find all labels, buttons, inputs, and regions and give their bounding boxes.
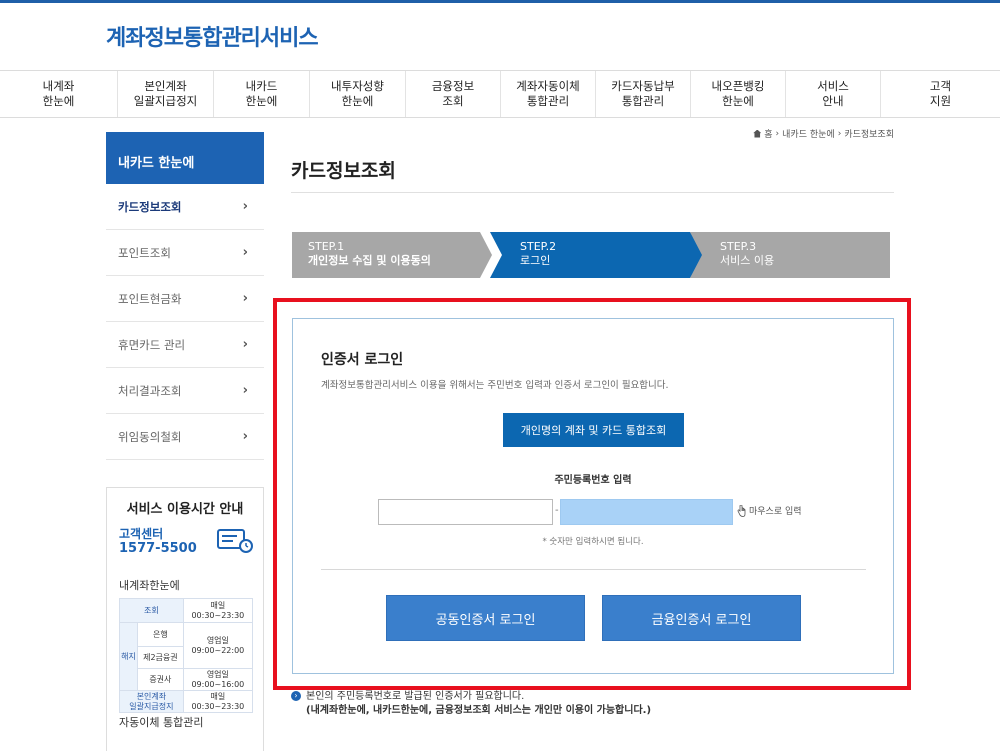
table-cell: 매일 00:30~23:30 — [182, 598, 254, 623]
login-divider — [321, 569, 866, 570]
notice-line2: (내계좌한눈에, 내카드한눈에, 금융정보조회 서비스는 개인만 이용이 가능합… — [306, 705, 652, 716]
breadcrumb-level1[interactable]: 내카드 한눈에 — [782, 127, 835, 140]
mouse-input-label: 마우스로 입력 — [749, 507, 802, 517]
gnb-item-card-autopay[interactable]: 카드자동납부 통합관리 — [596, 71, 691, 117]
gnb-item-investment[interactable]: 내투자성향 한눈에 — [310, 71, 406, 117]
service-hours-title: 서비스 이용시간 안내 — [126, 502, 244, 517]
step-label: 개인정보 수집 및 이용동의 — [308, 254, 431, 267]
step-number: STEP.2 — [520, 240, 557, 253]
joint-certificate-login-button[interactable]: 공동인증서 로그인 — [386, 595, 585, 641]
chevron-right-icon: › — [242, 383, 248, 398]
service-hours-box: 서비스 이용시간 안내 고객센터 1577-5500 내계좌한눈에 조회 매일 0… — [106, 487, 264, 751]
chevron-right-icon: › — [242, 337, 248, 352]
chevron-right-icon: › — [242, 429, 248, 444]
gnb-item-my-cards[interactable]: 내카드 한눈에 — [214, 71, 310, 117]
side-nav-item-label: 포인트현금화 — [118, 291, 182, 306]
gnb-item-service-guide[interactable]: 서비스 안내 — [786, 71, 881, 117]
chevron-right-icon: › — [242, 291, 248, 306]
chevron-right-icon: › — [242, 199, 248, 214]
table-cell: 영업일 09:00~16:00 — [182, 668, 254, 691]
chevron-right-circle-icon: › — [291, 691, 301, 701]
ssn-label: 주민등록번호 입력 — [554, 475, 632, 486]
side-nav-item-label: 처리결과조회 — [118, 383, 182, 398]
hand-pointer-icon — [737, 504, 746, 517]
step-label: 로그인 — [520, 254, 551, 267]
login-description: 계좌정보통합관리서비스 이용을 위해서는 주민번호 입력과 인증서 로그인이 필… — [321, 380, 669, 391]
certificate-notice: › 본인의 주민등록번호로 발급된 인증서가 필요합니다. (내계좌한눈에, 내카… — [291, 690, 651, 718]
gnb-item-open-banking[interactable]: 내오픈뱅킹 한눈에 — [691, 71, 786, 117]
side-nav-title: 내카드 한눈에 — [106, 132, 264, 184]
breadcrumb-separator-icon: › — [775, 128, 780, 139]
gnb-item-financial-info[interactable]: 금융정보 조회 — [406, 71, 501, 117]
side-nav-item-dormant-card[interactable]: 휴면카드 관리 › — [106, 322, 264, 368]
global-nav: 내계좌 한눈에 본인계좌 일괄지급정지 내카드 한눈에 내투자성향 한눈에 금융… — [0, 70, 1000, 118]
certificate-login-panel: 인증서 로그인 계좌정보통합관리서비스 이용을 위해서는 주민번호 입력과 인증… — [292, 318, 894, 674]
step-number: STEP.1 — [308, 240, 345, 253]
page-title: 카드정보조회 — [291, 160, 396, 182]
side-nav-item-label: 위임동의철회 — [118, 429, 182, 444]
gnb-item-my-accounts[interactable]: 내계좌 한눈에 — [0, 71, 118, 117]
table-cell: 제2금융권 — [137, 646, 184, 669]
ssn-dash: - — [555, 505, 559, 516]
table-cell: 해지 — [119, 622, 138, 691]
ssn-front-input[interactable] — [378, 499, 553, 525]
consultation-icon — [217, 529, 253, 553]
step-3: STEP.3 서비스 이용 — [690, 232, 890, 278]
combined-inquiry-button[interactable]: 개인명의 계좌 및 카드 통합조회 — [503, 413, 684, 447]
gnb-item-support[interactable]: 고객 지원 — [881, 71, 1000, 117]
step-2-active: STEP.2 로그인 — [490, 232, 705, 278]
table-cell: 매일 00:30~23:30 — [182, 690, 254, 713]
table-cell: 본인계좌 일괄지급정지 — [119, 690, 184, 713]
service-hours-table: 조회 매일 00:30~23:30 해지 은행 영업일 09:00~22:00 제2… — [119, 598, 254, 713]
side-nav-item-label: 카드정보조회 — [118, 199, 182, 214]
ssn-back-input[interactable] — [560, 499, 733, 525]
breadcrumb: 홈 › 내카드 한눈에 › 카드정보조회 — [753, 127, 894, 140]
side-nav-item-results[interactable]: 처리결과조회 › — [106, 368, 264, 414]
side-nav-item-points[interactable]: 포인트조회 › — [106, 230, 264, 276]
side-nav-item-label: 포인트조회 — [118, 245, 171, 260]
table-cell: 영업일 09:00~22:00 — [182, 622, 254, 669]
service-section-my-accounts: 내계좌한눈에 — [119, 579, 180, 592]
table-cell: 은행 — [137, 622, 184, 647]
gnb-item-auto-transfer[interactable]: 계좌자동이체 통합관리 — [501, 71, 596, 117]
site-logo[interactable]: 계좌정보통합관리서비스 — [106, 20, 319, 52]
step-label: 서비스 이용 — [720, 254, 775, 267]
login-title: 인증서 로그인 — [321, 352, 404, 368]
notice-line1: 본인의 주민등록번호로 발급된 인증서가 필요합니다. — [306, 691, 525, 702]
breadcrumb-home[interactable]: 홈 — [764, 127, 772, 140]
breadcrumb-separator-icon: › — [837, 128, 842, 139]
chevron-right-icon: › — [242, 245, 248, 260]
service-section-auto-transfer: 자동이체 통합관리 — [119, 716, 204, 729]
step-number: STEP.3 — [720, 240, 757, 253]
customer-center-label: 고객센터 — [119, 527, 164, 541]
table-cell: 조회 — [119, 598, 184, 623]
financial-certificate-login-button[interactable]: 금융인증서 로그인 — [602, 595, 801, 641]
breadcrumb-current: 카드정보조회 — [844, 130, 894, 140]
side-nav: 내카드 한눈에 카드정보조회 › 포인트조회 › 포인트현금화 › 휴면카드 관… — [106, 132, 264, 460]
ssn-note: * 숫자만 입력하시면 됩니다. — [542, 537, 644, 547]
title-divider — [291, 192, 894, 193]
home-icon[interactable] — [753, 129, 762, 138]
side-nav-item-consent-withdraw[interactable]: 위임동의철회 › — [106, 414, 264, 460]
gnb-item-payment-stop[interactable]: 본인계좌 일괄지급정지 — [118, 71, 214, 117]
side-nav-item-label: 휴면카드 관리 — [118, 337, 186, 352]
step-indicator: STEP.1 개인정보 수집 및 이용동의 STEP.2 로그인 STEP.3 … — [292, 232, 890, 278]
top-accent-line — [0, 0, 1000, 3]
mouse-input-button[interactable]: 마우스로 입력 — [737, 504, 802, 517]
side-nav-item-point-cash[interactable]: 포인트현금화 › — [106, 276, 264, 322]
customer-center-number: 1577-5500 — [119, 541, 197, 556]
side-nav-item-card-info[interactable]: 카드정보조회 › — [106, 184, 264, 230]
step-1: STEP.1 개인정보 수집 및 이용동의 — [292, 232, 492, 278]
table-cell: 증권사 — [137, 668, 184, 691]
